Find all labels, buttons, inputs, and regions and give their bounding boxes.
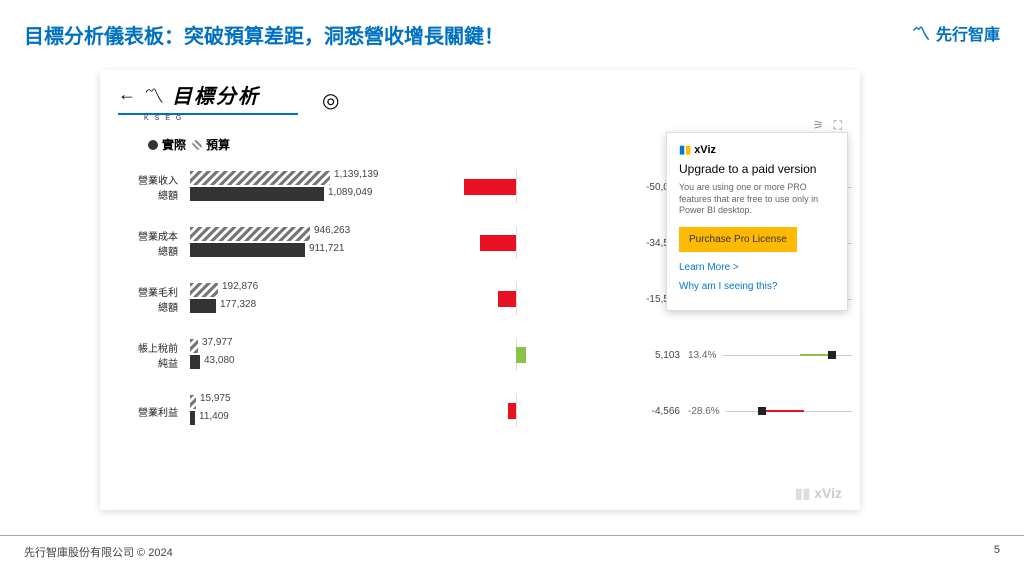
back-button[interactable]: ← (118, 84, 136, 105)
dashboard-panel: ← 〽 目標分析 ◎ K S E G ⚞ ⛶ 實際 預算 營業收入總額1,139… (100, 70, 860, 510)
row-label: 營業利益 (134, 404, 184, 419)
actual-value: 1,089,049 (328, 187, 373, 198)
variance-bar-wrap (416, 343, 596, 367)
budget-value: 1,139,139 (334, 169, 379, 180)
chart-row: 帳上稅前純益 37,977 43,080 5,103 13.4% (134, 327, 842, 383)
actual-value: 911,721 (309, 243, 344, 254)
kseg-label: K S E G (144, 115, 842, 122)
logo-icon: 〽 (144, 80, 164, 109)
page-number: 5 (994, 544, 1000, 560)
variance-bar-wrap (416, 287, 596, 311)
panel-title: 目標分析 (172, 80, 260, 109)
variance-pct-wrap: 13.4% (688, 343, 858, 367)
popup-brand: ▮▮ xViz (679, 143, 835, 156)
brand-text: 先行智庫 (936, 21, 1000, 45)
abs-bars: 1,139,139 1,089,049 (190, 167, 410, 207)
budget-value: 15,975 (200, 393, 231, 404)
actual-value: 11,409 (199, 411, 229, 422)
brand: 〽 先行智庫 (912, 20, 1000, 46)
legend-dot-actual (148, 140, 158, 150)
variance-value: 5,103 (602, 350, 682, 361)
learn-more-link[interactable]: Learn More > (679, 262, 835, 273)
chart-row: 營業利益 15,975 11,409 -4,566 -28.6% (134, 383, 842, 439)
popup-message: You are using one or more PRO features t… (679, 182, 835, 217)
variance-pct: -28.6% (688, 406, 720, 417)
expand-icon[interactable]: ⛶ (834, 118, 842, 133)
popup-title: Upgrade to a paid version (679, 162, 835, 176)
why-link[interactable]: Why am I seeing this? (679, 281, 835, 292)
variance-pct: 13.4% (688, 350, 716, 361)
abs-bars: 946,263 911,721 (190, 223, 410, 263)
legend-budget: 預算 (206, 136, 230, 153)
abs-bars: 37,977 43,080 (190, 335, 410, 375)
budget-value: 37,977 (202, 337, 233, 348)
variance-bar-wrap (416, 175, 596, 199)
row-label: 營業收入總額 (134, 172, 184, 202)
brand-icon: 〽 (912, 20, 930, 46)
legend-dot-budget (192, 140, 202, 150)
variance-bar-wrap (416, 231, 596, 255)
budget-value: 192,876 (222, 281, 258, 292)
actual-value: 43,080 (204, 355, 235, 366)
page-title: 目標分析儀表板：突破預算差距，洞悉營收增長關鍵！ (24, 20, 504, 49)
legend-actual: 實際 (162, 136, 186, 153)
upgrade-popup: ▮▮ xViz Upgrade to a paid version You ar… (666, 132, 848, 311)
variance-value: -4,566 (602, 406, 682, 417)
actual-value: 177,328 (220, 299, 256, 310)
target-icon: ◎ (322, 88, 339, 113)
filter-icon[interactable]: ⚞ (813, 118, 824, 133)
budget-value: 946,263 (314, 225, 350, 236)
row-label: 營業毛利總額 (134, 284, 184, 314)
variance-bar-wrap (416, 399, 596, 423)
row-label: 營業成本總額 (134, 228, 184, 258)
watermark: ▮▮ xViz (795, 485, 842, 502)
abs-bars: 15,975 11,409 (190, 391, 410, 431)
purchase-button[interactable]: Purchase Pro License (679, 227, 797, 252)
footer-copyright: 先行智庫股份有限公司 © 2024 (24, 544, 173, 560)
variance-pct-wrap: -28.6% (688, 399, 858, 423)
row-label: 帳上稅前純益 (134, 340, 184, 370)
abs-bars: 192,876 177,328 (190, 279, 410, 319)
